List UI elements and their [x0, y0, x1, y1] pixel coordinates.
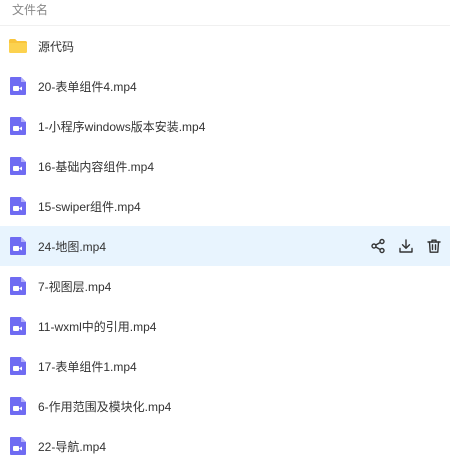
file-row[interactable]: 20-表单组件4.mp4	[0, 66, 450, 106]
share-icon[interactable]	[370, 238, 386, 254]
file-row-selected[interactable]: 24-地图.mp4	[0, 226, 450, 266]
video-file-icon	[8, 196, 28, 216]
file-row[interactable]: 源代码	[0, 26, 450, 66]
video-file-icon	[8, 356, 28, 376]
file-row[interactable]: 11-wxml中的引用.mp4	[0, 306, 450, 346]
file-name: 7-视图层.mp4	[38, 279, 112, 294]
file-name: 11-wxml中的引用.mp4	[38, 319, 157, 334]
file-list: 文件名 源代码 20-表单组件4.mp4 1-小程序windows版本安装.mp…	[0, 0, 450, 470]
video-file-icon	[8, 116, 28, 136]
video-file-icon	[8, 76, 28, 96]
download-icon[interactable]	[398, 238, 414, 254]
file-row[interactable]: 6-作用范围及模块化.mp4	[0, 386, 450, 426]
column-header-filename[interactable]: 文件名	[0, 0, 450, 26]
video-file-icon	[8, 236, 28, 256]
file-row[interactable]: 16-基础内容组件.mp4	[0, 146, 450, 186]
folder-icon	[8, 36, 28, 56]
video-file-icon	[8, 436, 28, 456]
row-actions	[370, 226, 442, 266]
file-name: 1-小程序windows版本安装.mp4	[38, 119, 206, 134]
file-name: 15-swiper组件.mp4	[38, 199, 141, 214]
video-file-icon	[8, 316, 28, 336]
video-file-icon	[8, 276, 28, 296]
file-row[interactable]: 1-小程序windows版本安装.mp4	[0, 106, 450, 146]
file-name: 源代码	[38, 39, 75, 54]
file-row[interactable]: 22-导航.mp4	[0, 426, 450, 466]
file-row[interactable]: 7-视图层.mp4	[0, 266, 450, 306]
file-name: 24-地图.mp4	[38, 239, 107, 254]
file-name: 16-基础内容组件.mp4	[38, 159, 155, 174]
video-file-icon	[8, 396, 28, 416]
file-row[interactable]: 15-swiper组件.mp4	[0, 186, 450, 226]
file-name: 17-表单组件1.mp4	[38, 359, 137, 374]
file-name: 22-导航.mp4	[38, 439, 107, 454]
file-name: 6-作用范围及模块化.mp4	[38, 399, 172, 414]
file-name: 20-表单组件4.mp4	[38, 79, 137, 94]
video-file-icon	[8, 156, 28, 176]
file-rows: 源代码 20-表单组件4.mp4 1-小程序windows版本安装.mp4 16…	[0, 26, 450, 466]
delete-icon[interactable]	[426, 238, 442, 254]
column-header-label: 文件名	[12, 3, 49, 17]
file-row[interactable]: 17-表单组件1.mp4	[0, 346, 450, 386]
